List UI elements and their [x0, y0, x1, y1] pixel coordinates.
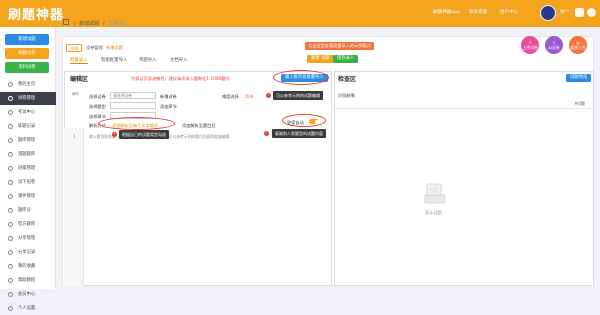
help-icon: [8, 278, 13, 283]
username[interactable]: 张**: [560, 9, 569, 15]
callout-1: 可以参考示例的试题编辑: [273, 91, 323, 100]
paper-select[interactable]: 请选择试卷: [110, 92, 156, 99]
sidebar: 新建试题 刷题试卷 资料试卷 我的主页 试卷管理 考试中心 练题记录 题库管理 …: [0, 27, 56, 311]
callout-2: 根据自己的试题类型勾选: [119, 130, 169, 139]
tab-smart-import[interactable]: 智能批量导入: [101, 57, 127, 63]
sidebar-item-wrong[interactable]: 错题题库: [0, 148, 56, 161]
wrong-icon: [8, 152, 13, 157]
breadcrumb-sep: /: [74, 21, 76, 27]
tag-new[interactable]: 新增试题: [103, 44, 126, 52]
gutter-label: 编号: [72, 92, 80, 96]
home-icon: [8, 82, 13, 87]
difficulty-label: 难度选择: [222, 94, 239, 99]
batch-upload-button[interactable]: ▤ 批量上传: [569, 36, 587, 54]
callout-dot-3: !: [264, 131, 269, 136]
highlight-oval: [282, 114, 326, 127]
app-logo: 刷题神器: [8, 8, 65, 23]
sidebar-button-new[interactable]: 新建试题: [5, 34, 49, 45]
callout-3: 复制别人家题型的试题内容: [272, 129, 326, 138]
highlight-oval: [273, 70, 329, 85]
highlight-oval: [98, 117, 175, 130]
sidebar-item-bank[interactable]: 题库管理: [0, 134, 56, 147]
official-icon: [8, 222, 13, 227]
sidebar-item-bank-share[interactable]: 题库分: [0, 204, 56, 217]
check-panel: [334, 71, 594, 286]
breadcrumb-sep: /: [102, 21, 105, 27]
share-records-icon: [8, 250, 13, 255]
upload-paper-button[interactable]: ⇧ 上传试卷: [521, 36, 539, 54]
share-mgmt-icon: [8, 236, 13, 241]
sidebar-item-share-records[interactable]: 分享记录: [0, 246, 56, 259]
kind-select[interactable]: [110, 102, 156, 109]
power-icon[interactable]: [587, 8, 596, 17]
sidebar-item-paper-mgmt[interactable]: 试卷管理: [0, 92, 56, 105]
sidebar-item-share-mgmt[interactable]: 分享管理: [0, 232, 56, 245]
empty-text: 暂无试题: [425, 210, 442, 215]
divider: [334, 108, 594, 109]
paper-icon: [8, 96, 13, 101]
line-number: 1: [73, 134, 76, 139]
class-icon: [8, 166, 13, 171]
callout-dot-1: !: [266, 93, 271, 98]
sidebar-item-vip[interactable]: 会员中心: [0, 288, 56, 301]
save-button[interactable]: 保存录入: [333, 55, 359, 63]
sidebar-item-courseware[interactable]: 课件管理: [0, 190, 56, 203]
sidebar-item-favorites[interactable]: 我的收藏: [0, 260, 56, 273]
star-icon: [8, 264, 13, 269]
records-icon: [8, 124, 13, 129]
sidebar-item-records[interactable]: 练题记录: [0, 120, 56, 133]
empty-box-icon: [424, 183, 446, 204]
paper-label: 选择试卷: [89, 94, 106, 99]
bank-icon: [8, 138, 13, 143]
sidebar-item-help[interactable]: 帮助教程: [0, 274, 56, 287]
note-option-2[interactable]: 添加解析至题目后: [182, 123, 216, 129]
new-question-button[interactable]: 新建 试题: [307, 55, 334, 63]
tab-single-import[interactable]: 单题导入: [139, 57, 157, 63]
breadcrumb: / 新增试题 / 批量录入: [63, 19, 129, 27]
line-gutter: [64, 128, 84, 286]
topnav-user-center[interactable]: 用户中心: [500, 9, 518, 15]
check-panel-title: 检查区: [338, 76, 357, 83]
share-icon: [8, 208, 13, 213]
chapter-label[interactable]: 添加章节: [160, 104, 177, 110]
topnav-support[interactable]: 联系客服: [469, 9, 487, 15]
settings-icon[interactable]: [575, 8, 584, 17]
user-icon: [8, 306, 13, 311]
result-label: 识别结果:: [338, 93, 357, 98]
exam-icon: [8, 110, 13, 115]
sample-notice[interactable]: 点击这里查看批量录入的示例格式: [305, 42, 374, 50]
sidebar-button-materials[interactable]: 资料试卷: [5, 62, 49, 73]
callout-dot-2: !: [112, 132, 117, 137]
tag-paper: 试卷: [66, 44, 83, 52]
sidebar-item-settings[interactable]: 个人设置: [0, 302, 56, 313]
sidebar-item-class[interactable]: 班级管理: [0, 162, 56, 175]
preview-button[interactable]: 试题预览: [566, 74, 592, 82]
tab-doc-import[interactable]: 文档导入: [170, 57, 188, 63]
edit-panel-title: 编辑区: [70, 76, 89, 83]
breadcrumb-item-new[interactable]: 新增试题: [79, 21, 99, 27]
sidebar-button-paper[interactable]: 刷题试卷: [5, 48, 49, 59]
breadcrumb-item-batch: 批量录入: [108, 21, 129, 27]
result-count: 共0题: [574, 101, 586, 106]
ai-paper-button[interactable]: Σ AI试卷: [545, 36, 563, 54]
tab-batch[interactable]: 批量录入: [70, 57, 88, 64]
avatar[interactable]: [540, 5, 556, 21]
edit-notice: 为保证页面流畅性，建议每次录入题数在1-1000题内: [131, 76, 230, 81]
compose-icon: [8, 180, 13, 185]
home-icon[interactable]: [63, 19, 69, 25]
sidebar-item-exam[interactable]: 考试中心: [0, 106, 56, 119]
sidebar-item-home[interactable]: 我的主页: [0, 78, 56, 91]
topnav-app[interactable]: 刷题神器app: [433, 9, 460, 15]
sidebar-item-official[interactable]: 官方题库: [0, 218, 56, 231]
courseware-icon: [8, 194, 13, 199]
sidebar-item-compose[interactable]: 试下组卷: [0, 176, 56, 189]
difficulty-value[interactable]: 简单: [245, 94, 253, 100]
new-paper-label[interactable]: 新增试卷: [160, 94, 177, 100]
vip-icon: [8, 292, 13, 297]
kind-label: 选择题型: [89, 104, 106, 109]
